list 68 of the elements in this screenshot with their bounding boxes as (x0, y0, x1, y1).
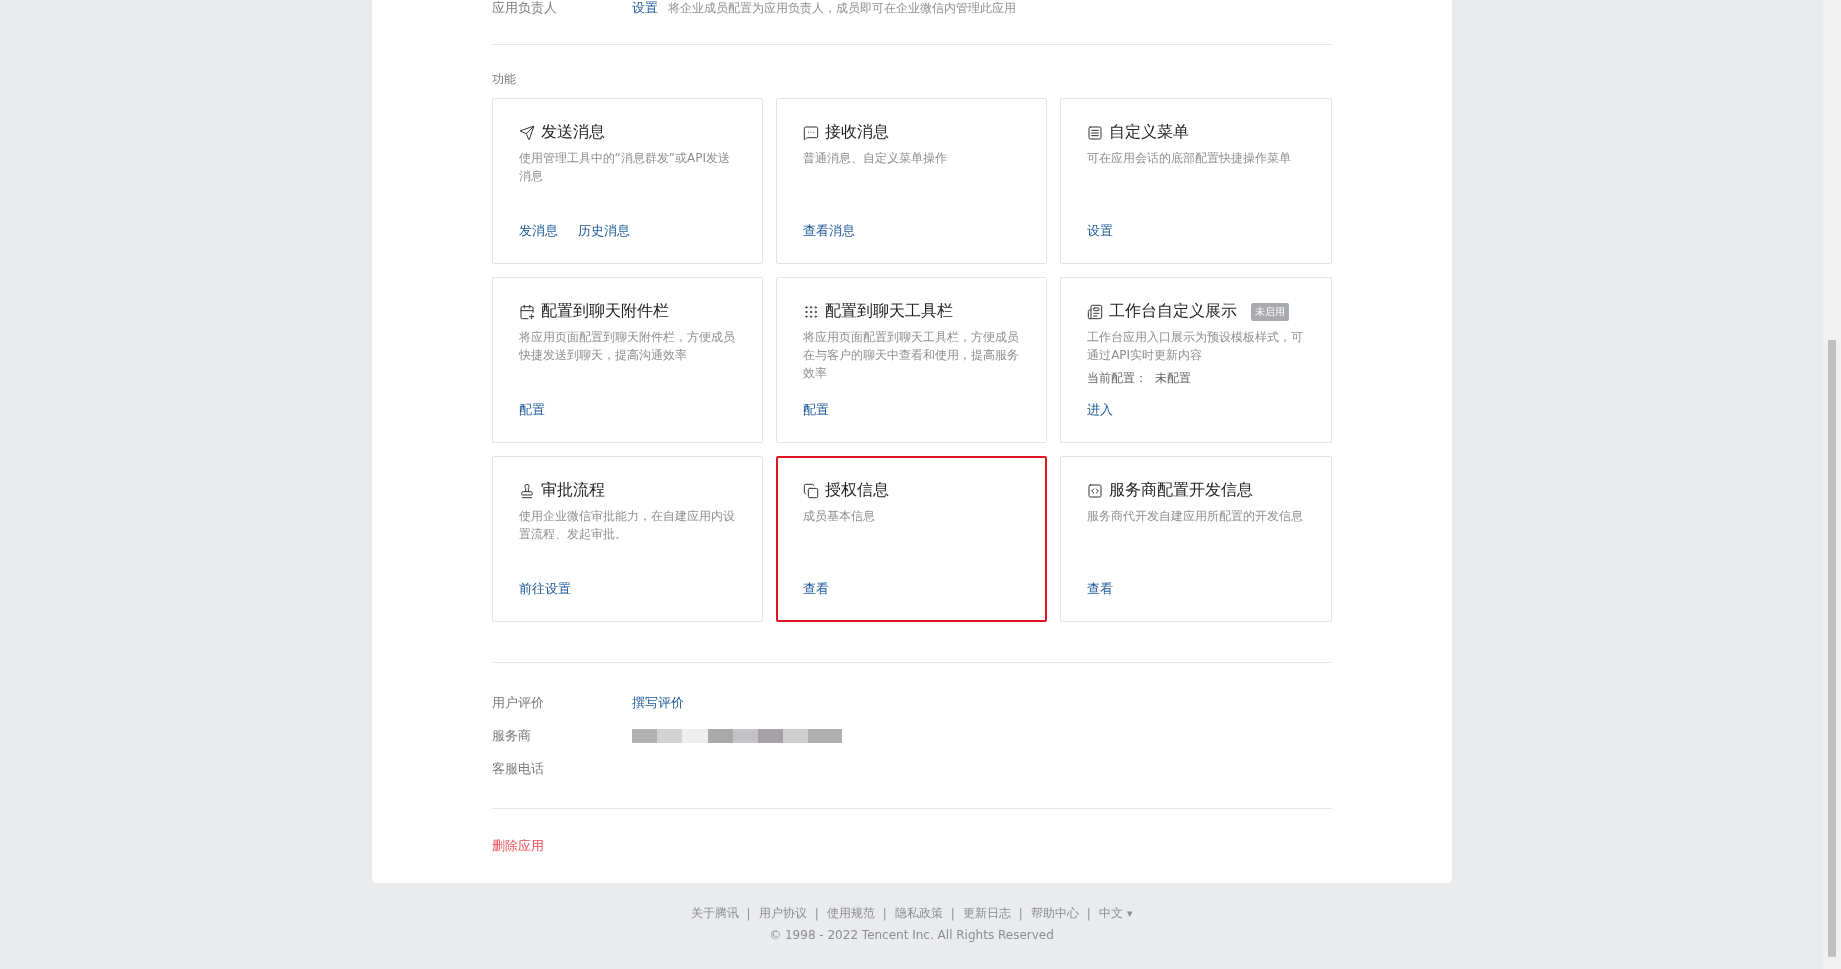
feature-card[interactable]: 配置到聊天附件栏 将应用页面配置到聊天附件栏，方便成员快捷发送到聊天，提高沟通效率 配置 (491, 277, 763, 443)
card-title: 配置到聊天附件栏 (540, 301, 669, 322)
feature-card[interactable]: 工作台自定义展示 未启用 工作台应用入口展示为预设模板样式，可通过API实时更新内容 当前配置： 未配置 进入 (1060, 277, 1332, 443)
card-description: 工作台应用入口展示为预设模板样式，可通过API实时更新内容 (1087, 329, 1305, 364)
section-title: 功能 (491, 71, 517, 88)
card-title: 接收消息 (824, 122, 889, 143)
calendar-plus-icon (518, 303, 535, 320)
delete-link[interactable]: 删除应用 (491, 837, 544, 855)
info-label: 客服电话 (491, 759, 545, 778)
card-link[interactable]: 配置 (802, 401, 829, 419)
panel-icon (1087, 303, 1104, 320)
feature-card[interactable]: 接收消息 普通消息、自定义菜单操作 查看消息 (775, 98, 1048, 264)
stamp-icon (518, 482, 535, 499)
separator: | (950, 906, 955, 921)
scrollbar[interactable] (1823, 0, 1841, 969)
row-description: 将企业成员配置为应用负责人，成员即可在企业微信内管理此应用 (667, 0, 1016, 17)
feature-card[interactable]: 审批流程 使用企业微信审批能力，在自建应用内设置流程、发起审批。 前往设置 (491, 456, 763, 622)
card-description: 成员基本信息 (802, 508, 876, 525)
chat-bubble-icon (802, 124, 819, 141)
card-description: 服务商代开发自建应用所配置的开发信息 (1087, 508, 1305, 525)
feature-card[interactable]: 自定义菜单 可在应用会话的底部配置快捷操作菜单 设置 (1060, 98, 1332, 264)
copyright: © 1998 - 2022 Tencent Inc. All Rights Reserved (769, 928, 1054, 942)
card-link[interactable]: 配置 (518, 401, 545, 419)
card-link[interactable]: 发消息 (518, 222, 558, 240)
send-icon (518, 124, 535, 141)
card-title: 服务商配置开发信息 (1109, 480, 1254, 501)
status-badge: 未启用 (1251, 302, 1290, 321)
card-title: 授权信息 (824, 480, 889, 501)
separator: | (814, 906, 819, 921)
card-description: 使用企业微信审批能力，在自建应用内设置流程、发起审批。 (518, 508, 736, 543)
config-label: 当前配置： (1087, 370, 1148, 387)
menu-icon (1087, 124, 1104, 141)
separator: | (882, 906, 887, 921)
settings-link[interactable]: 设置 (631, 0, 658, 17)
card-description: 普通消息、自定义菜单操作 (802, 150, 948, 167)
separator: | (1086, 906, 1091, 921)
card-link[interactable]: 查看 (1087, 580, 1114, 598)
feature-card[interactable]: 配置到聊天工具栏 将应用页面配置到聊天工具栏，方便成员在与客户的聊天中查看和使用，提高服务效率 配置 (775, 277, 1048, 443)
card-link[interactable]: 历史消息 (577, 222, 630, 240)
separator: | (746, 906, 751, 921)
card-title: 工作台自定义展示 (1109, 301, 1238, 322)
card-description: 将应用页面配置到聊天工具栏，方便成员在与客户的聊天中查看和使用，提高服务效率 (802, 329, 1020, 382)
card-title: 配置到聊天工具栏 (824, 301, 953, 322)
feature-card[interactable]: 服务商配置开发信息 服务商代开发自建应用所配置的开发信息 查看 (1060, 456, 1332, 622)
card-link[interactable]: 设置 (1087, 222, 1114, 240)
copy-icon (802, 482, 819, 499)
scrollbar-thumb[interactable] (1828, 340, 1836, 957)
info-label: 用户评价 (491, 693, 545, 712)
feature-card[interactable]: 授权信息 成员基本信息 查看 (775, 456, 1048, 622)
card-title: 审批流程 (540, 480, 605, 501)
card-link[interactable]: 查看消息 (802, 222, 855, 240)
card-description: 可在应用会话的底部配置快捷操作菜单 (1087, 150, 1293, 167)
info-label: 服务商 (491, 726, 532, 745)
caret-icon: ▾ (1126, 907, 1133, 920)
card-title: 发送消息 (540, 122, 605, 143)
feature-card[interactable]: 发送消息 使用管理工具中的“消息群发”或API发送消息 发消息 历史消息 (491, 98, 763, 264)
row-label: 应用负责人 (491, 0, 558, 17)
card-description: 将应用页面配置到聊天附件栏，方便成员快捷发送到聊天，提高沟通效率 (518, 329, 736, 364)
grid-dots-icon (802, 303, 819, 320)
separator: | (1018, 906, 1023, 921)
card-title: 自定义菜单 (1109, 122, 1190, 143)
review-link[interactable]: 撰写评价 (631, 693, 684, 712)
config-value: 未配置 (1155, 370, 1192, 387)
card-link[interactable]: 进入 (1087, 401, 1114, 419)
code-icon (1087, 482, 1104, 499)
card-link[interactable]: 前往设置 (518, 580, 571, 598)
card-link[interactable]: 查看 (802, 580, 829, 598)
card-description: 使用管理工具中的“消息群发”或API发送消息 (518, 150, 731, 185)
